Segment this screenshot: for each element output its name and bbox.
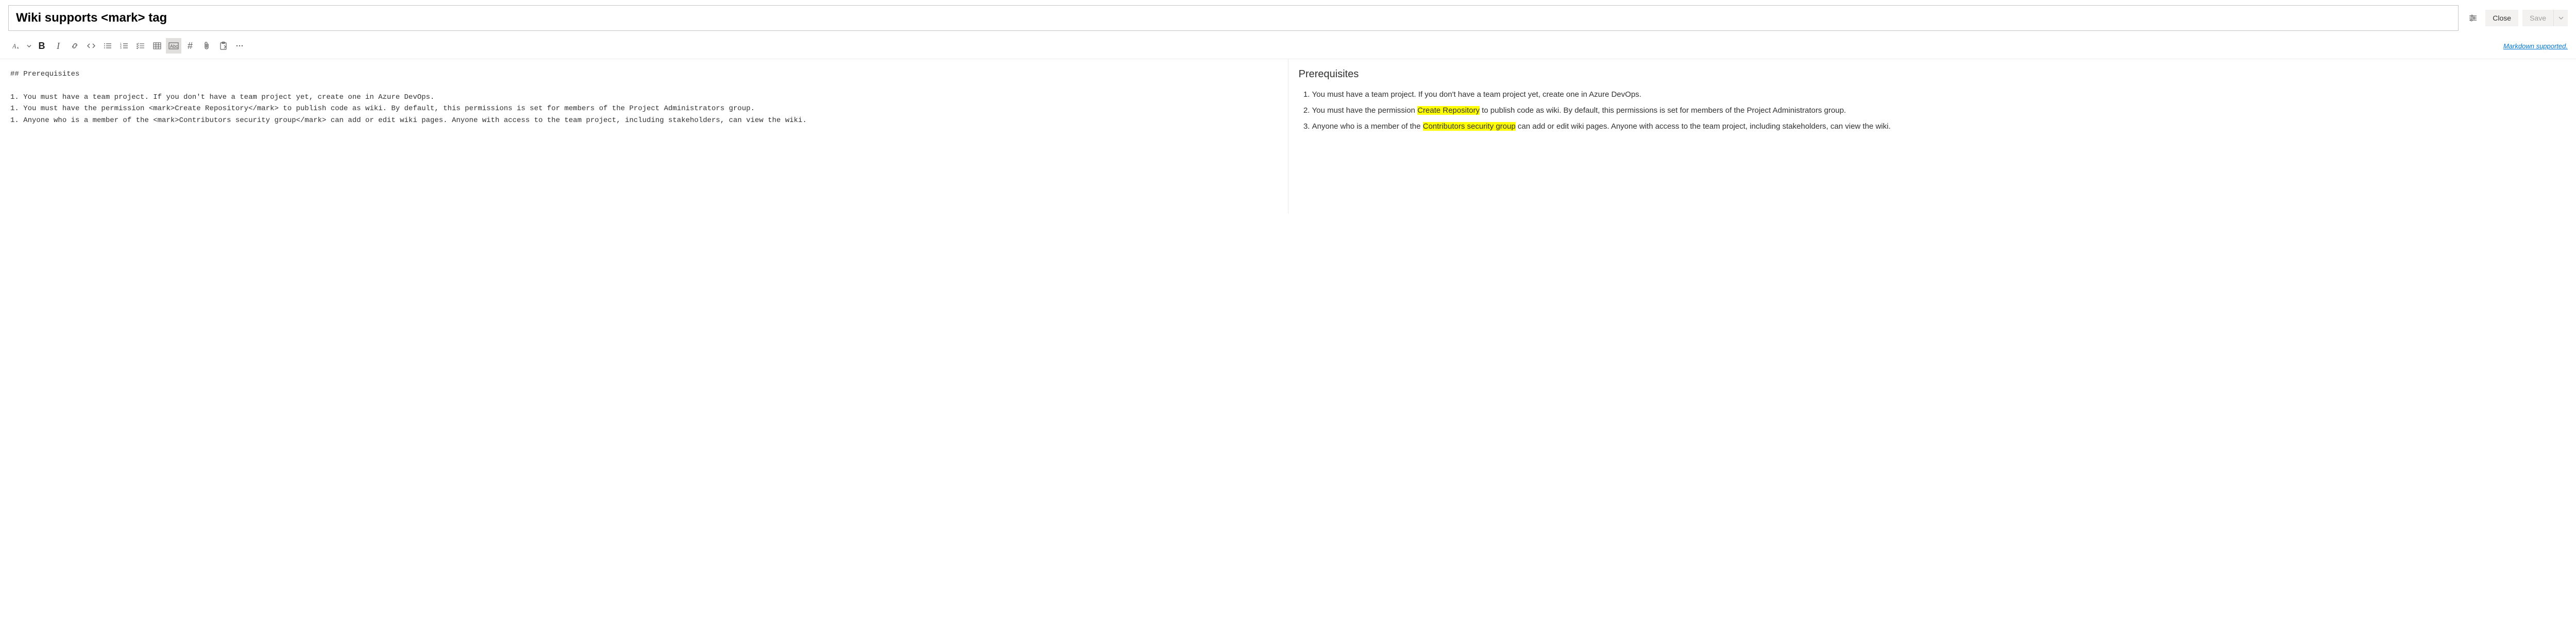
link-button[interactable]: [67, 38, 82, 54]
list-item: You must have the permission Create Repo…: [1312, 103, 2566, 117]
markdown-editor[interactable]: ## Prerequisites 1. You must have a team…: [10, 68, 1278, 126]
highlight-button[interactable]: Abc: [166, 38, 181, 54]
preview-heading: Prerequisites: [1299, 68, 2566, 80]
svg-text:Abc: Abc: [170, 44, 178, 49]
italic-button[interactable]: I: [50, 38, 66, 54]
view-options-icon[interactable]: [2465, 10, 2481, 26]
svg-text:3: 3: [120, 47, 122, 50]
bold-button[interactable]: B: [34, 38, 49, 54]
save-button[interactable]: Save: [2522, 10, 2553, 26]
table-button[interactable]: [149, 38, 165, 54]
markdown-supported-link[interactable]: Markdown supported.: [2503, 42, 2568, 50]
code-button[interactable]: [83, 38, 99, 54]
more-button[interactable]: [232, 38, 247, 54]
close-button[interactable]: Close: [2485, 10, 2518, 26]
mention-button[interactable]: #: [182, 38, 198, 54]
attachment-button[interactable]: [199, 38, 214, 54]
preview-list: You must have a team project. If you don…: [1299, 88, 2566, 133]
bulleted-list-button[interactable]: [100, 38, 115, 54]
paste-button[interactable]: [215, 38, 231, 54]
list-item: You must have a team project. If you don…: [1312, 88, 2566, 101]
checklist-button[interactable]: [133, 38, 148, 54]
list-item: Anyone who is a member of the Contributo…: [1312, 119, 2566, 133]
numbered-list-button[interactable]: 123: [116, 38, 132, 54]
heading-format-button[interactable]: A: [8, 38, 24, 54]
save-dropdown-button[interactable]: [2553, 10, 2568, 26]
heading-dropdown-button[interactable]: [25, 38, 33, 54]
page-title-input[interactable]: [8, 5, 2459, 31]
svg-text:A: A: [12, 43, 16, 50]
preview-pane: Prerequisites You must have a team proje…: [1289, 59, 2576, 214]
